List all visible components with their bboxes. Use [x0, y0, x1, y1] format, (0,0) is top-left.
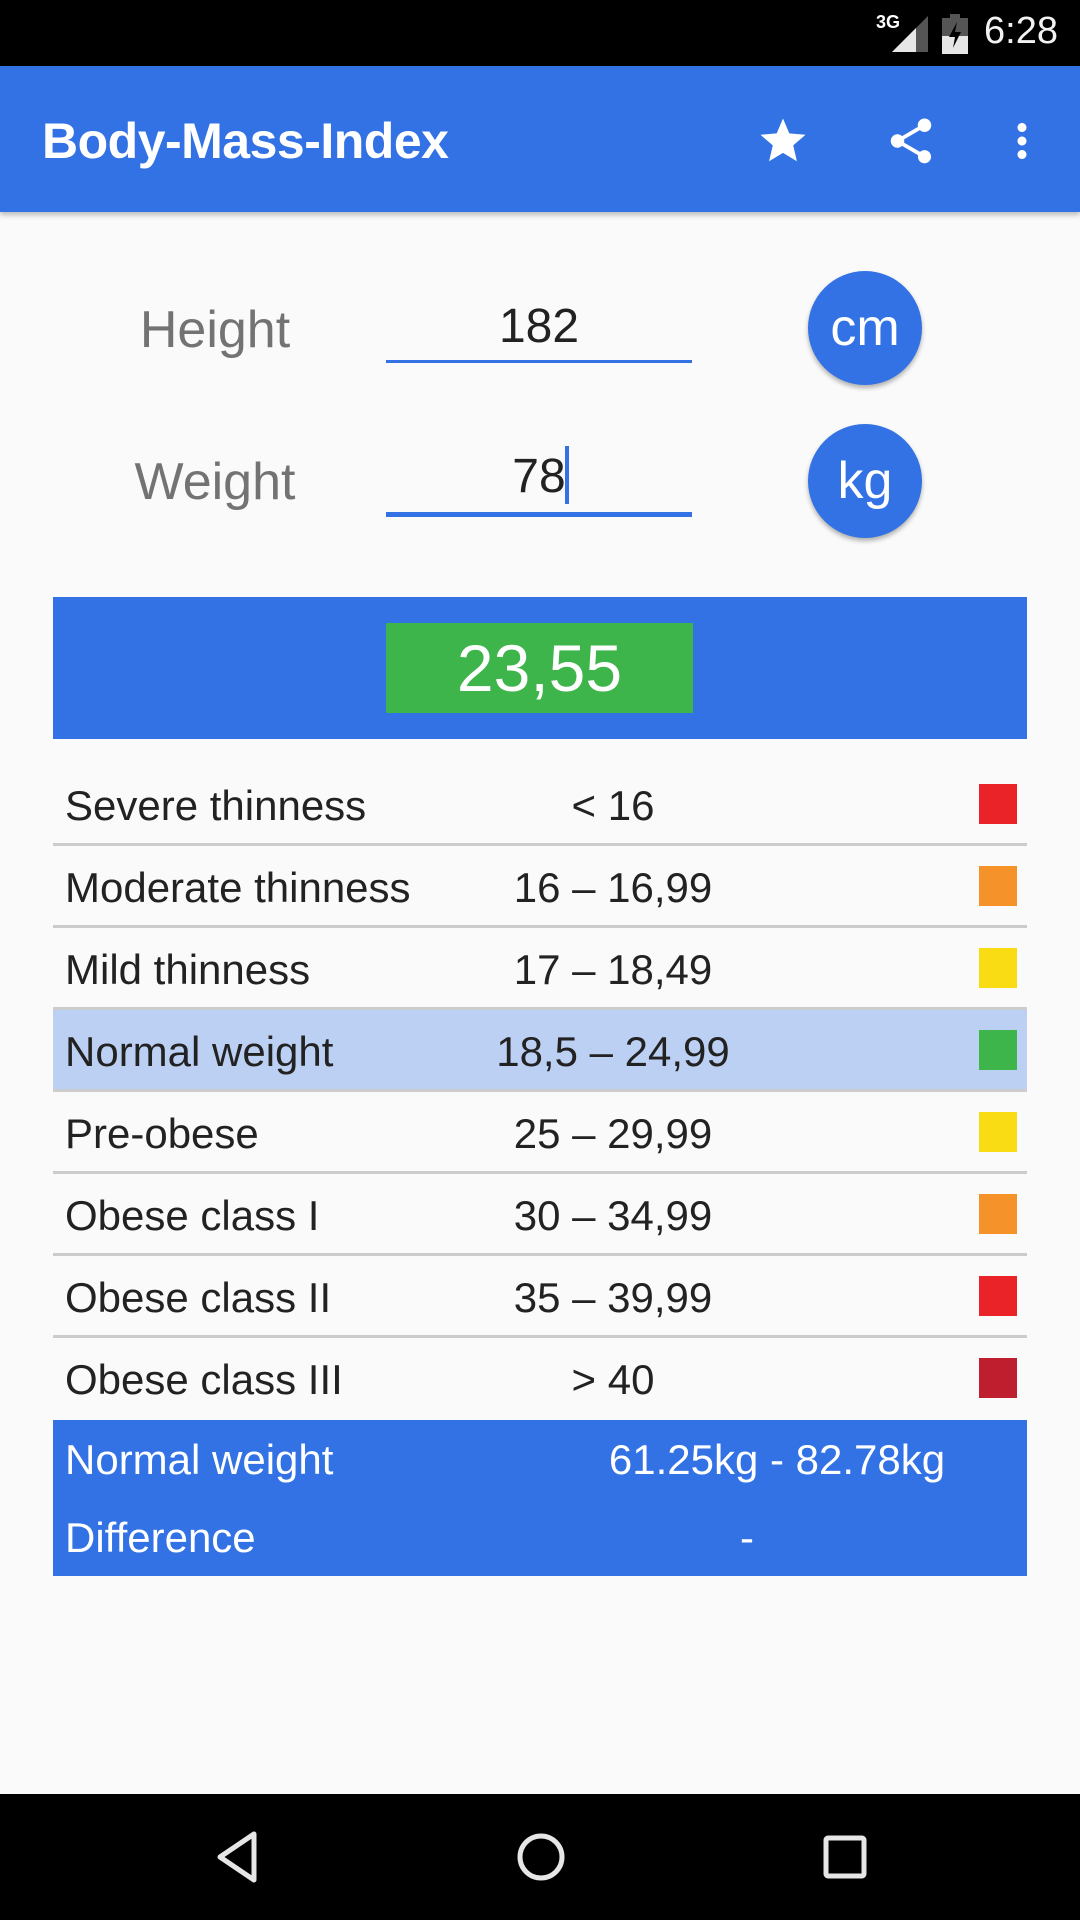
share-icon — [890, 118, 932, 164]
category-name: Obese class III — [65, 1356, 343, 1403]
app-title: Body-Mass-Index — [42, 113, 449, 169]
navigation-bar — [0, 1794, 1080, 1920]
category-name: Normal weight — [65, 1028, 334, 1075]
bmi-value: 23,55 — [386, 623, 693, 713]
category-name: Pre-obese — [65, 1110, 259, 1157]
text-cursor — [565, 446, 569, 504]
normal-weight-range: 61.25kg - 82.78kg — [608, 1436, 946, 1483]
category-range: 16 – 16,99 — [513, 864, 713, 911]
app-bar: Body-Mass-Index — [0, 66, 1080, 212]
category-color-swatch — [979, 784, 1017, 824]
difference-label: Difference — [65, 1514, 256, 1561]
weight-underline — [386, 512, 692, 517]
category-color-swatch — [979, 1112, 1017, 1152]
height-underline — [386, 360, 692, 363]
height-unit-button[interactable]: cm — [808, 271, 922, 385]
category-color-swatch — [979, 948, 1017, 988]
home-button[interactable] — [506, 1822, 576, 1892]
back-icon — [217, 1831, 257, 1883]
category-row: Moderate thinness 16 – 16,99 — [53, 846, 1027, 928]
signal-icon — [892, 16, 928, 52]
weight-input[interactable] — [386, 436, 692, 516]
recents-button[interactable] — [810, 1822, 880, 1892]
star-icon — [760, 118, 806, 162]
recents-icon — [823, 1835, 867, 1879]
more-options-button[interactable] — [987, 106, 1057, 176]
category-name: Severe thinness — [65, 782, 367, 829]
bmi-result-panel: 23,55 — [53, 597, 1027, 739]
category-color-swatch — [979, 1358, 1017, 1398]
category-name: Obese class II — [65, 1274, 332, 1321]
category-name: Mild thinness — [65, 946, 311, 993]
height-label: Height — [139, 301, 291, 359]
category-range: 25 – 29,99 — [513, 1110, 713, 1157]
category-color-swatch — [979, 1194, 1017, 1234]
bmi-category-table: Severe thinness < 16 Moderate thinness 1… — [53, 764, 1027, 1420]
category-range: > 40 — [571, 1356, 655, 1403]
category-range: 35 – 39,99 — [513, 1274, 713, 1321]
category-range: < 16 — [571, 782, 655, 829]
category-color-swatch — [979, 866, 1017, 906]
back-button[interactable] — [202, 1822, 272, 1892]
category-row: Obese class II 35 – 39,99 — [53, 1256, 1027, 1338]
clock: 6:28 — [984, 10, 1058, 52]
category-row: Obese class III > 40 — [53, 1338, 1027, 1420]
category-range: 30 – 34,99 — [513, 1192, 713, 1239]
weight-summary-panel: Normal weight 61.25kg - 82.78kg Differen… — [53, 1420, 1027, 1576]
category-color-swatch — [979, 1030, 1017, 1070]
category-name: Moderate thinness — [65, 864, 411, 911]
weight-label: Weight — [134, 453, 296, 511]
normal-weight-label: Normal weight — [65, 1436, 334, 1483]
category-name: Obese class I — [65, 1192, 320, 1239]
more-vert-icon — [1017, 123, 1027, 159]
category-row: Normal weight 18,5 – 24,99 — [53, 1010, 1027, 1092]
category-color-swatch — [979, 1276, 1017, 1316]
difference-value: - — [740, 1514, 754, 1561]
status-bar: 3G 6:28 — [0, 0, 1080, 66]
category-range: 17 – 18,49 — [513, 946, 713, 993]
category-row: Mild thinness 17 – 18,49 — [53, 928, 1027, 1010]
category-range: 18,5 – 24,99 — [496, 1028, 730, 1075]
weight-unit-button[interactable]: kg — [808, 424, 922, 538]
favorite-button[interactable] — [748, 106, 818, 176]
category-row: Severe thinness < 16 — [53, 764, 1027, 846]
height-input[interactable] — [386, 286, 692, 366]
battery-charging-icon — [942, 14, 968, 54]
category-row: Pre-obese 25 – 29,99 — [53, 1092, 1027, 1174]
share-button[interactable] — [876, 106, 946, 176]
category-row: Obese class I 30 – 34,99 — [53, 1174, 1027, 1256]
home-icon — [517, 1833, 565, 1881]
